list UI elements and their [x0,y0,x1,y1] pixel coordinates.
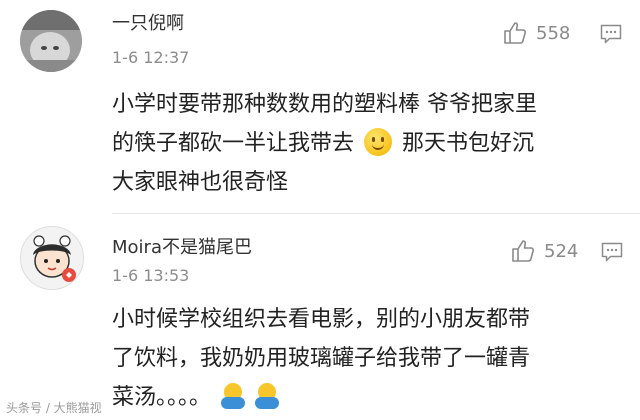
hug-emoji-icon [255,383,280,409]
like-count: 524 [544,240,579,262]
hug-emoji-icon [221,383,246,409]
comment-text: 的筷子都砍一半让我带去 [112,131,355,156]
comment-text: 菜汤。。。。 [112,385,212,410]
watermark-text: 头条号 / 大熊猫视 [6,401,102,415]
comment-line: 菜汤。。。。 [112,378,622,417]
reply-button[interactable] [601,242,623,262]
username[interactable]: Moira不是猫尾巴 [112,233,252,259]
avatar-photo-icon [20,10,82,72]
comment-line: 了饮料，我奶奶用玻璃罐子给我带了一罐青 [112,346,531,371]
avatar[interactable] [20,10,82,72]
timestamp: 1-6 13:53 [112,266,190,285]
comment-line: 小时候学校组织去看电影，别的小朋友都带 [112,307,531,332]
like-count: 558 [536,22,571,44]
comment-line: 的筷子都砍一半让我带去 那天书包好沉 [112,124,622,163]
thumbs-up-icon [512,240,534,262]
comment-bubble-icon [600,24,622,44]
comment-text: 那天书包好沉 [402,131,535,156]
comment-body: 小时候学校组织去看电影，别的小朋友都带 了饮料，我奶奶用玻璃罐子给我带了一罐青 … [112,300,622,417]
avatar[interactable] [20,226,84,290]
comment-body: 小学时要带那种数数用的塑料棒 爷爷把家里 的筷子都砍一半让我带去 那天书包好沉 大… [112,85,622,202]
comment-bubble-icon [601,242,623,262]
reply-button[interactable] [600,24,622,44]
comment-line: 大家眼神也很奇怪 [112,170,289,195]
thumbs-up-icon [504,22,526,44]
like-button[interactable]: 558 [502,20,570,46]
like-button[interactable]: 524 [510,238,578,264]
username[interactable]: 一只倪啊 [112,9,184,35]
watermark: 头条号 / 大熊猫视 [6,399,102,416]
timestamp: 1-6 12:37 [112,48,190,67]
smile-emoji-icon [364,128,393,156]
comment-line: 小学时要带那种数数用的塑料棒 爷爷把家里 [112,92,537,117]
comment-item-1: 一只倪啊 1-6 12:37 558 小学时要带那种数数用的塑料棒 爷爷把家里 … [0,0,640,214]
comment-item-2: Moira不是猫尾巴 1-6 13:53 524 小时候学校组织去看电影，别的小… [0,214,640,420]
cartoon-avatar-icon [21,227,83,289]
